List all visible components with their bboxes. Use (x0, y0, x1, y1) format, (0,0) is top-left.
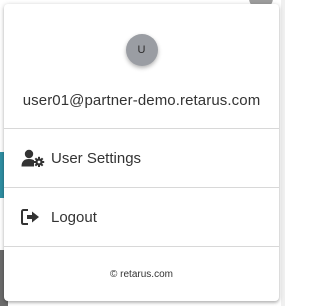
sign-out-icon (21, 207, 47, 227)
profile-section: U user01@partner-demo.retarus.com (4, 4, 279, 129)
background-edge (281, 0, 285, 306)
footer-copyright: © retarus.com (110, 269, 173, 280)
user-settings-menu-item[interactable]: User Settings (4, 129, 279, 188)
user-settings-label: User Settings (51, 149, 142, 167)
user-cog-icon (21, 148, 47, 168)
logout-label: Logout (51, 208, 97, 226)
avatar: U (125, 34, 158, 66)
user-menu-popup: U user01@partner-demo.retarus.com User S… (4, 4, 279, 301)
logout-menu-item[interactable]: Logout (4, 188, 279, 247)
user-email: user01@partner-demo.retarus.com (22, 92, 261, 109)
